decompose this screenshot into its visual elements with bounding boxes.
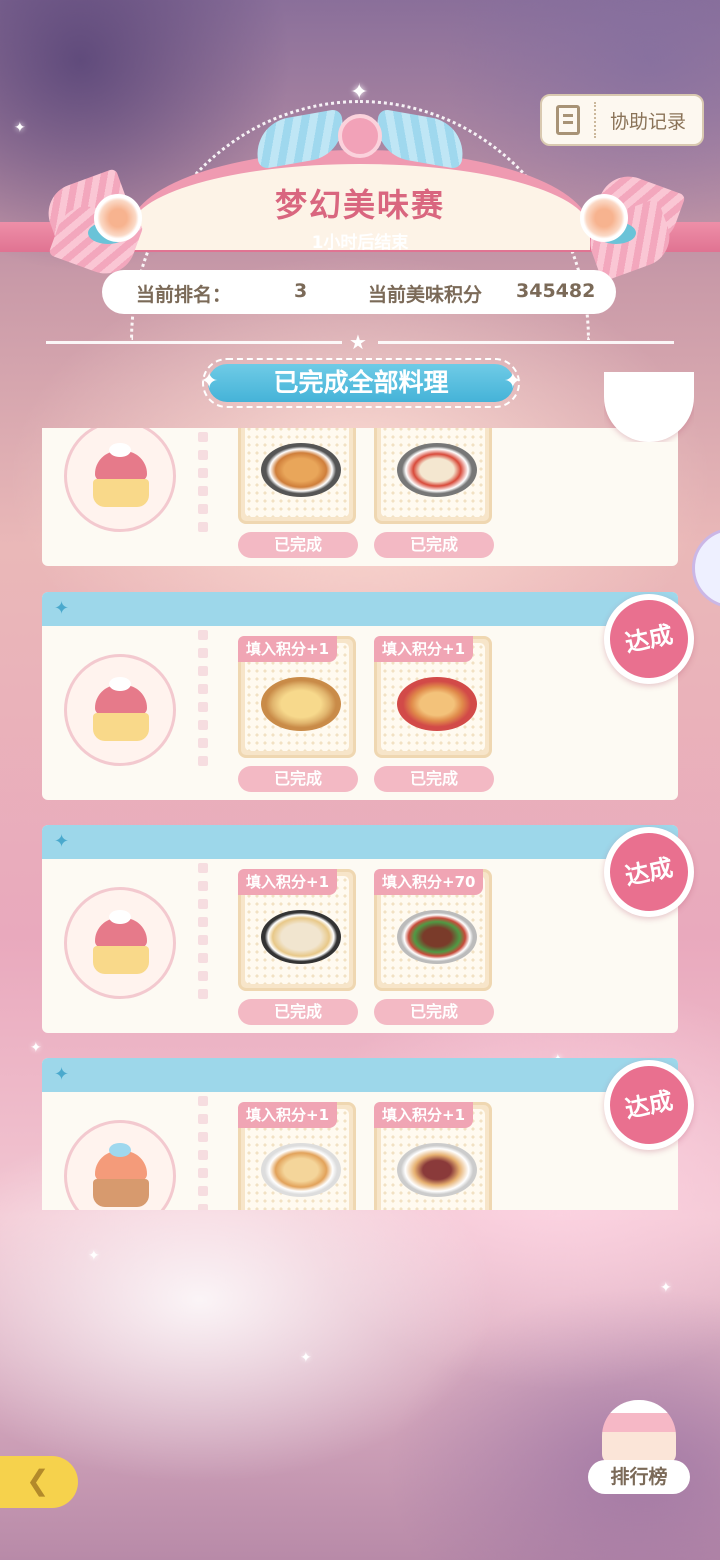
side-event-tab[interactable]	[692, 528, 720, 608]
score-label: 当前美味积分	[368, 284, 483, 306]
card-header-strip: ✦	[42, 1058, 678, 1092]
divider	[594, 102, 596, 138]
dish-tile[interactable]: 填入积分+1	[374, 1102, 492, 1210]
rank-value: 3	[294, 280, 308, 302]
chili-tofu-dish-icon	[397, 443, 477, 497]
assist-record-button[interactable]: 协助记录	[540, 94, 704, 146]
card-header-strip: ✦	[42, 592, 678, 626]
braised-dish-icon	[261, 1143, 341, 1197]
dish-status: 已完成	[238, 766, 358, 792]
cake-icon	[602, 1400, 676, 1464]
event-countdown: 1小时后结束	[311, 233, 409, 253]
dotted-divider	[198, 1096, 208, 1210]
notebook-icon	[556, 105, 580, 135]
dish-tile[interactable]	[238, 428, 356, 524]
leaderboard-label: 排行榜	[588, 1460, 690, 1494]
sparkle-icon: ✦	[660, 1280, 672, 1296]
dish-card-list[interactable]: ✦ 已完成 已完成 ✦ 填入积分+1	[42, 428, 678, 1210]
blue-bow-icon	[251, 108, 469, 170]
assist-record-label: 协助记录	[610, 110, 687, 133]
dish-tile[interactable]: 填入积分+1	[238, 1102, 356, 1210]
dotted-divider	[198, 863, 208, 1007]
cupcake-avatar	[64, 428, 176, 532]
dish-status: 已完成	[238, 532, 358, 558]
cupcake-avatar	[64, 654, 176, 766]
rank-label: 当前排名：	[136, 284, 232, 306]
star-icon: ✦	[54, 1064, 70, 1085]
score-tag: 填入积分+1	[374, 1102, 474, 1128]
dish-status: 已完成	[238, 999, 358, 1025]
dish-card: ✦ 已完成 已完成	[42, 428, 678, 566]
score-tag: 填入积分+1	[238, 1102, 338, 1128]
score-tag: 填入积分+1	[238, 636, 338, 662]
score-value: 345482	[516, 280, 596, 302]
score-tag: 填入积分+1	[238, 869, 338, 895]
cupcake-avatar	[64, 1120, 176, 1210]
pepper-meat-dish-icon	[397, 910, 477, 964]
dish-card: ✦ 填入积分+1 填入积分+1	[42, 1058, 678, 1210]
rank-score-bar: 当前排名： 3 当前美味积分 345482	[102, 270, 616, 314]
divider	[46, 341, 342, 344]
sparkle-icon: ✦	[350, 80, 369, 105]
sparkle-icon: ✦	[14, 120, 26, 136]
dish-tile[interactable]: 填入积分+70	[374, 869, 492, 991]
dish-status: 已完成	[374, 999, 494, 1025]
cupcake-avatar	[64, 887, 176, 999]
dish-tile[interactable]: 填入积分+1	[238, 869, 356, 991]
achieved-stamp: 达成	[602, 1058, 696, 1152]
dish-status: 已完成	[374, 532, 494, 558]
mixed-stew-dish-icon	[397, 1143, 477, 1197]
dotted-divider	[198, 428, 208, 540]
dish-tile[interactable]: 填入积分+1	[374, 636, 492, 758]
achieved-stamp: 达成	[602, 825, 696, 919]
dish-tile[interactable]: 填入积分+1	[238, 636, 356, 758]
soup-bowl-dish-icon	[261, 910, 341, 964]
page-title: 梦幻美味赛	[274, 186, 445, 224]
star-icon: ✦	[54, 598, 70, 619]
back-arrow-icon: ❮	[26, 1464, 50, 1497]
cheese-board-dish-icon	[261, 677, 341, 731]
card-header-strip: ✦	[42, 825, 678, 859]
score-tag: 填入积分+70	[374, 869, 484, 895]
dotted-divider	[198, 630, 208, 774]
star-icon: ★	[349, 330, 367, 354]
sparkle-icon: ✦	[88, 1248, 100, 1264]
noodle-bowl-dish-icon	[397, 677, 477, 731]
dish-tile[interactable]	[374, 428, 492, 524]
back-button[interactable]: ❮	[0, 1456, 78, 1508]
all-dishes-completed-banner: 已完成全部料理	[200, 358, 522, 408]
dish-card: ✦ 填入积分+1 已完成 填入积分+70 已完成	[42, 825, 678, 1033]
star-icon: ✦	[54, 831, 70, 852]
sparkle-icon: ✦	[30, 1040, 42, 1056]
divider	[378, 341, 674, 344]
score-tag: 填入积分+1	[374, 636, 474, 662]
sparkle-icon: ✦	[300, 1350, 312, 1366]
completed-banner-label: 已完成全部料理	[208, 364, 514, 402]
dish-status: 已完成	[374, 766, 494, 792]
dish-card: ✦ 填入积分+1 已完成 填入积分+1 已完成	[42, 592, 678, 800]
achieved-stamp: 达成	[602, 592, 696, 686]
leaderboard-button[interactable]: 排行榜	[584, 1394, 694, 1500]
stir-fry-dish-icon	[261, 443, 341, 497]
